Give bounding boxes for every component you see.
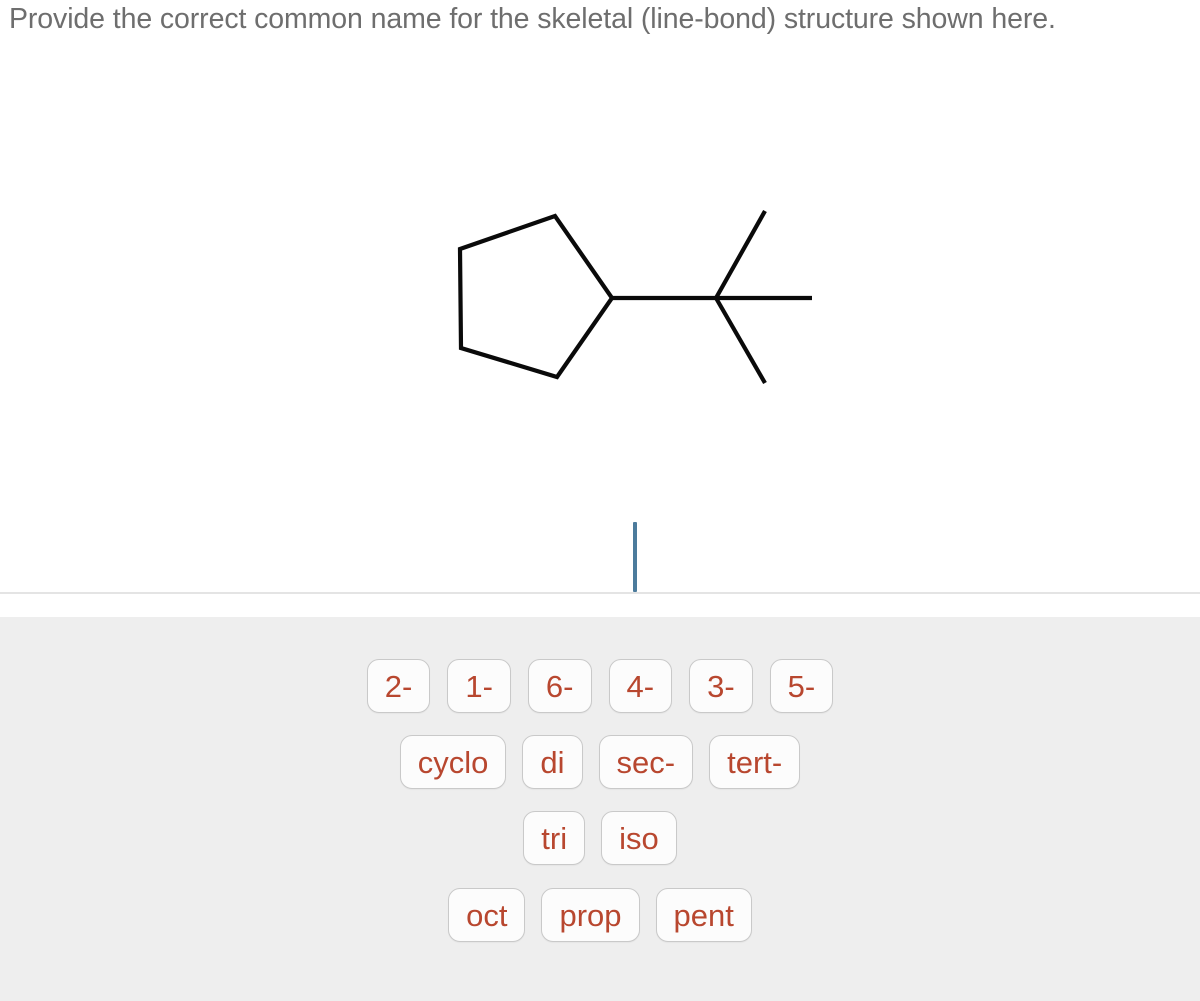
answer-text-caret [633, 522, 637, 592]
answer-tile-tri[interactable]: tri [523, 811, 586, 865]
answer-tile-prop[interactable]: prop [541, 888, 640, 942]
question-prompt: Provide the correct common name for the … [9, 3, 1056, 35]
molecule-bonds [457, 209, 812, 385]
answer-tile-cyclo[interactable]: cyclo [399, 735, 507, 789]
answer-entry-area[interactable] [0, 430, 1200, 593]
question-panel: Provide the correct common name for the … [0, 0, 1200, 593]
answer-tile-tray: 2- 1- 6- 4- 3- 5- cyclo di sec-tert-tri iso oct pro… [0, 617, 1200, 1001]
tile-row-1: cyclo di sec-tert- [0, 735, 1200, 789]
answer-tile-6[interactable]: 6- [527, 659, 592, 713]
answer-tile-iso[interactable]: iso [601, 811, 677, 865]
bond-line-1 [714, 209, 767, 300]
answer-tile-1[interactable]: 1- [447, 659, 511, 713]
answer-tile-sec[interactable]: sec- [598, 735, 694, 789]
answer-tile-oct[interactable]: oct [448, 888, 526, 942]
answer-tile-di[interactable]: di [522, 735, 583, 789]
tile-row-0: 2- 1- 6- 4- 3- 5- [0, 659, 1200, 713]
answer-tile-2[interactable]: 2- [366, 659, 431, 713]
gap-strip [0, 594, 1200, 617]
molecule-svg [457, 209, 812, 385]
tile-row-3: oct prop pent [0, 888, 1200, 942]
answer-tile-tert[interactable]: tert- [709, 735, 801, 789]
bond-line-3 [714, 296, 767, 385]
answer-tile-5[interactable]: 5- [769, 659, 834, 713]
skeletal-structure-figure [430, 195, 830, 400]
answer-tile-3[interactable]: 3- [689, 659, 753, 713]
tile-row-2: tri iso [0, 811, 1200, 865]
answer-tile-pent[interactable]: pent [655, 888, 752, 942]
cyclopentane-ring [457, 213, 615, 380]
answer-tile-4[interactable]: 4- [608, 659, 673, 713]
